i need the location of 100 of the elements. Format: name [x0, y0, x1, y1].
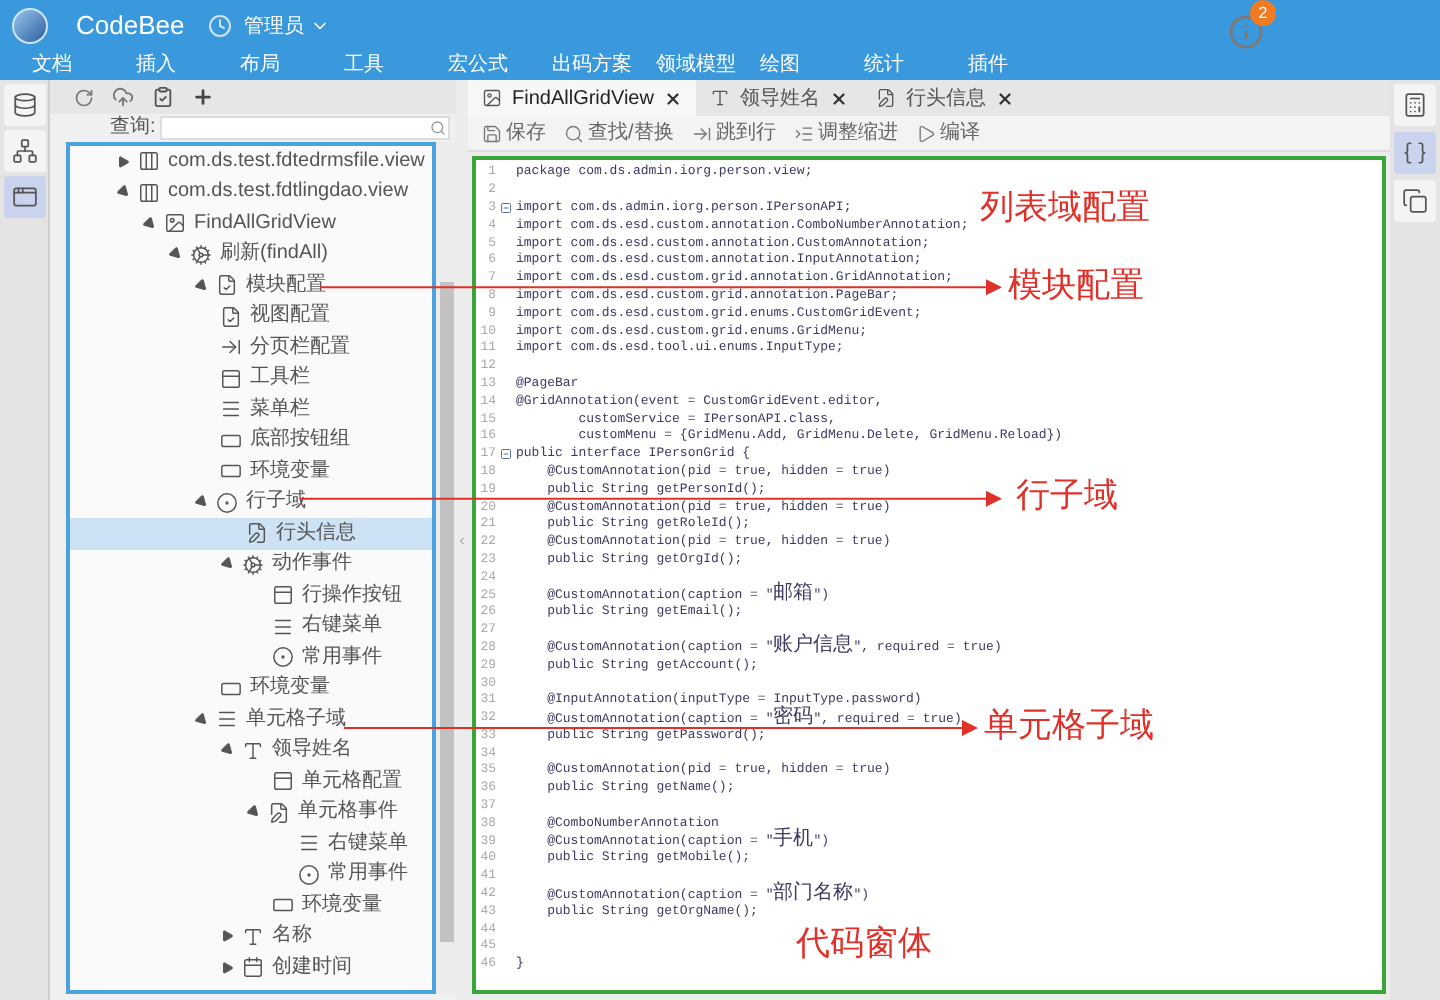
collapsed-arrow-icon[interactable] — [222, 930, 234, 943]
gear-icon — [190, 243, 212, 266]
window-icon — [272, 584, 294, 607]
plus-icon[interactable] — [192, 86, 214, 108]
copy-icon — [1402, 188, 1428, 214]
tree-item[interactable]: 常用事件 — [70, 642, 432, 673]
close-icon[interactable] — [995, 89, 1014, 107]
annotation-label: 单元格子域 — [984, 706, 1154, 746]
tree-item[interactable]: 环境变量 — [70, 890, 432, 921]
tree-item[interactable]: 名称 — [70, 921, 432, 952]
window-icon — [11, 184, 37, 210]
editor-tab[interactable]: 领导姓名 — [695, 80, 862, 116]
tree-item[interactable]: 视图配置 — [70, 301, 432, 332]
edit-file-icon — [875, 88, 896, 108]
expanded-arrow-icon[interactable] — [193, 494, 211, 511]
circle-icon — [298, 863, 320, 886]
tree-item[interactable]: 右键菜单 — [70, 611, 432, 642]
tree-item[interactable]: 菜单栏 — [70, 394, 432, 425]
rectangle-icon — [220, 460, 242, 483]
text-icon — [242, 739, 264, 762]
edit-file-icon — [268, 801, 290, 824]
scrollbar[interactable] — [436, 142, 456, 994]
toolbar-button[interactable]: 查找/替换 — [564, 118, 674, 148]
editor-tab[interactable]: 行头信息 — [861, 80, 1028, 116]
tree-item[interactable]: 工具栏 — [70, 363, 432, 394]
tree-item[interactable]: 动作事件 — [70, 549, 432, 580]
checked-file-icon — [220, 305, 242, 328]
toolbar-button[interactable]: 跳到行 — [691, 118, 776, 148]
tree-item[interactable]: FindAllGridView — [70, 208, 432, 239]
tree-item[interactable]: 分页栏配置 — [70, 332, 432, 363]
annotation-label: 代码窗体 — [796, 924, 932, 964]
tree-item[interactable]: 环境变量 — [70, 673, 432, 704]
tree-item[interactable]: 右键菜单 — [70, 828, 432, 859]
toolbar-button[interactable]: 保存 — [482, 118, 546, 148]
window-icon — [220, 367, 242, 390]
scroll-thumb[interactable] — [439, 282, 453, 942]
tree-item[interactable]: 单元格子域 — [70, 704, 432, 735]
tree-item[interactable]: 常用事件 — [70, 859, 432, 890]
close-icon[interactable] — [663, 89, 682, 107]
tree-item[interactable]: 创建时间 — [70, 952, 432, 983]
app-name: CodeBee — [76, 8, 185, 45]
rail-button[interactable] — [3, 130, 45, 172]
calendar-icon — [242, 956, 264, 979]
annotation-label: 行子域 — [1016, 476, 1118, 516]
refresh-icon[interactable] — [74, 87, 94, 107]
tree-item[interactable]: com.ds.test.fdtlingdao.view — [70, 177, 432, 208]
expanded-arrow-icon[interactable] — [245, 804, 263, 821]
gear-icon — [242, 553, 264, 576]
annotation-label: 模块配置 — [1008, 266, 1144, 306]
fold-icon[interactable] — [500, 201, 512, 214]
braces-icon — [1402, 140, 1428, 166]
text-icon — [242, 925, 264, 948]
tree-item[interactable]: 单元格配置 — [70, 766, 432, 797]
edit-file-icon — [246, 522, 268, 545]
tree-item[interactable]: 领导姓名 — [70, 735, 432, 766]
tree-item[interactable]: 行头信息 — [70, 518, 432, 549]
rail-button[interactable] — [1394, 84, 1436, 126]
arrow-bar-icon — [220, 336, 242, 359]
expanded-arrow-icon[interactable] — [219, 556, 237, 573]
collapsed-arrow-icon[interactable] — [222, 961, 234, 974]
checked-file-icon — [216, 274, 238, 297]
rectangle-icon — [220, 429, 242, 452]
play-icon — [915, 123, 936, 143]
search-field[interactable] — [159, 116, 450, 140]
close-icon[interactable] — [829, 89, 848, 107]
search-icon — [564, 123, 584, 143]
text-icon — [709, 88, 730, 108]
circle-icon — [216, 491, 238, 514]
logo-icon — [12, 8, 48, 44]
tree-item[interactable]: 模块配置 — [70, 270, 432, 301]
collapsed-arrow-icon[interactable] — [118, 155, 130, 168]
cloud-upload-icon[interactable] — [112, 86, 134, 108]
clipboard-icon[interactable] — [152, 86, 174, 108]
tree-item[interactable]: 单元格事件 — [70, 797, 432, 828]
rail-button[interactable] — [3, 84, 45, 126]
rail-button[interactable] — [3, 176, 45, 218]
image-icon — [482, 88, 502, 108]
tree-item[interactable]: 环境变量 — [70, 456, 432, 487]
window-icon — [272, 770, 294, 793]
tree-item[interactable]: com.ds.test.fdtedrmsfile.view — [70, 146, 432, 177]
fold-icon[interactable] — [500, 448, 512, 461]
tree-item[interactable]: 底部按钮组 — [70, 425, 432, 456]
save-icon — [482, 123, 502, 143]
editor-tab[interactable]: FindAllGridView — [468, 80, 696, 116]
toolbar-button[interactable]: 调整缩进 — [793, 118, 898, 148]
rail-button[interactable] — [1394, 132, 1436, 174]
rectangle-icon — [272, 894, 294, 917]
tree-item[interactable]: 行操作按钮 — [70, 580, 432, 611]
indent-icon — [793, 123, 814, 143]
arrow-bar-icon — [691, 123, 712, 143]
rectangle-icon — [220, 677, 242, 700]
menu-icon — [220, 398, 242, 421]
menu-icon — [298, 832, 320, 855]
rail-button[interactable] — [1394, 180, 1436, 222]
toolbar-button[interactable]: 编译 — [915, 118, 980, 148]
code-editor[interactable] — [472, 156, 1386, 994]
circle-icon — [272, 646, 294, 669]
tree-item[interactable]: 行子域 — [70, 487, 432, 518]
annotation-label: 列表域配置 — [980, 188, 1150, 228]
tree-item[interactable]: 刷新(findAll) — [70, 239, 432, 270]
